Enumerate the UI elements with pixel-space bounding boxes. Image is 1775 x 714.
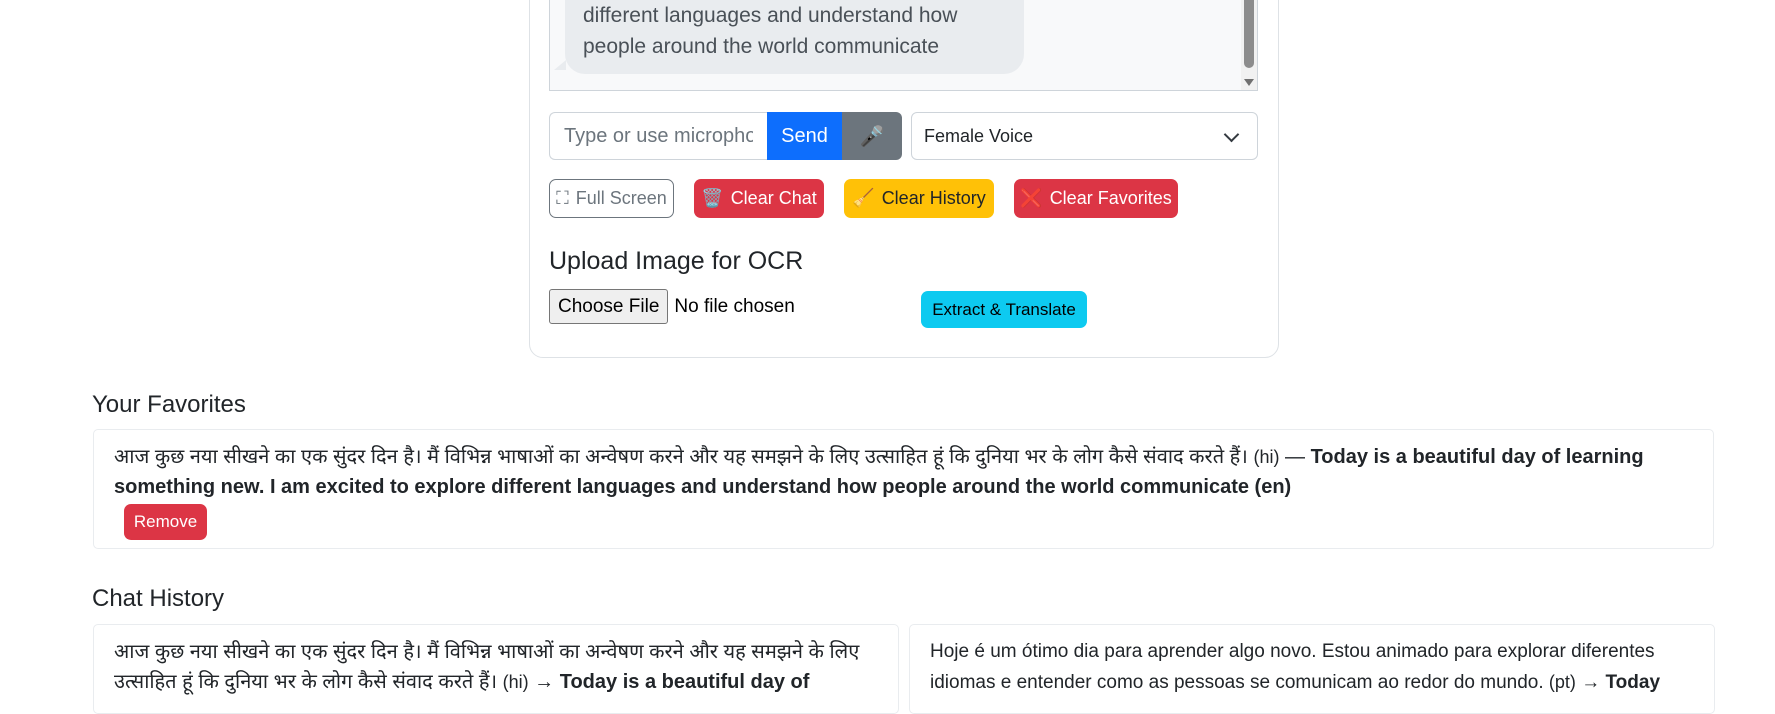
history-source-lang: (hi) [502, 672, 529, 692]
ocr-heading: Upload Image for OCR [549, 247, 804, 275]
history-entry-text: Hoje é um ótimo dia para aprender algo n… [930, 637, 1694, 698]
history-item: Hoje é um ótimo dia para aprender algo n… [909, 624, 1715, 714]
choose-file-button[interactable]: Choose File [549, 289, 669, 324]
clear-favorites-label: Clear Favorites [1049, 188, 1172, 208]
favorite-source-lang: (hi) [1253, 447, 1280, 467]
file-status: No file chosen [674, 295, 795, 317]
chat-messages-box[interactable]: different languages and understand how p… [549, 0, 1258, 91]
favorite-separator: — [1285, 446, 1306, 468]
history-translation: Today is a beautiful day of [559, 671, 810, 693]
chat-bubble: different languages and understand how p… [565, 0, 1024, 74]
favorites-heading: Your Favorites [92, 391, 246, 418]
scrollbar-thumb[interactable] [1244, 0, 1254, 68]
trash-icon: 🗑️ [701, 188, 724, 208]
history-entry-text: आज कुछ नया सीखने का एक सुंदर दिन है। मैं… [114, 637, 878, 697]
message-input[interactable] [549, 112, 767, 160]
voice-select[interactable]: Female Voice [911, 112, 1258, 160]
microphone-button[interactable]: 🎤 [842, 112, 902, 160]
chat-scrollbar[interactable] [1241, 0, 1257, 90]
cross-mark-icon: ❌ [1020, 188, 1043, 208]
history-arrow: → [1581, 672, 1601, 693]
clear-history-button[interactable]: 🧹 Clear History [844, 179, 994, 218]
history-heading: Chat History [92, 585, 225, 612]
remove-favorite-button[interactable]: Remove [124, 504, 207, 540]
full-screen-button[interactable]: ⛶ Full Screen [549, 179, 674, 218]
favorite-source-text: आज कुछ नया सीखने का एक सुंदर दिन है। मैं… [114, 446, 1248, 468]
clear-chat-label: Clear Chat [730, 188, 817, 208]
history-source-text: Hoje é um ótimo dia para aprender algo n… [930, 641, 1655, 693]
clear-chat-button[interactable]: 🗑️ Clear Chat [694, 179, 824, 218]
file-upload: Choose File No file chosen [549, 289, 795, 324]
history-arrow: → [534, 671, 555, 693]
history-source-lang: (pt) [1548, 672, 1576, 692]
voice-selected-value: Female Voice [924, 125, 1034, 146]
full-screen-label: Full Screen [575, 188, 667, 208]
message-input-group: Send 🎤 [549, 112, 902, 160]
clear-history-label: Clear History [881, 188, 986, 208]
fullscreen-icon: ⛶ [556, 188, 569, 208]
chevron-down-icon [1223, 126, 1240, 143]
send-button[interactable]: Send [767, 112, 842, 160]
history-translation: Today [1605, 672, 1661, 693]
broom-icon: 🧹 [852, 188, 875, 208]
microphone-icon: 🎤 [859, 125, 885, 148]
history-item: आज कुछ नया सीखने का एक सुंदर दिन है। मैं… [93, 624, 899, 714]
favorite-item: आज कुछ नया सीखने का एक सुंदर दिन है। मैं… [93, 429, 1714, 549]
favorite-entry-text: आज कुछ नया सीखने का एक सुंदर दिन है। मैं… [114, 442, 1693, 502]
scroll-down-arrow-icon[interactable] [1244, 79, 1254, 86]
clear-favorites-button[interactable]: ❌ Clear Favorites [1014, 179, 1178, 218]
extract-translate-button[interactable]: Extract & Translate [921, 291, 1087, 328]
bubble-tail [554, 60, 566, 70]
